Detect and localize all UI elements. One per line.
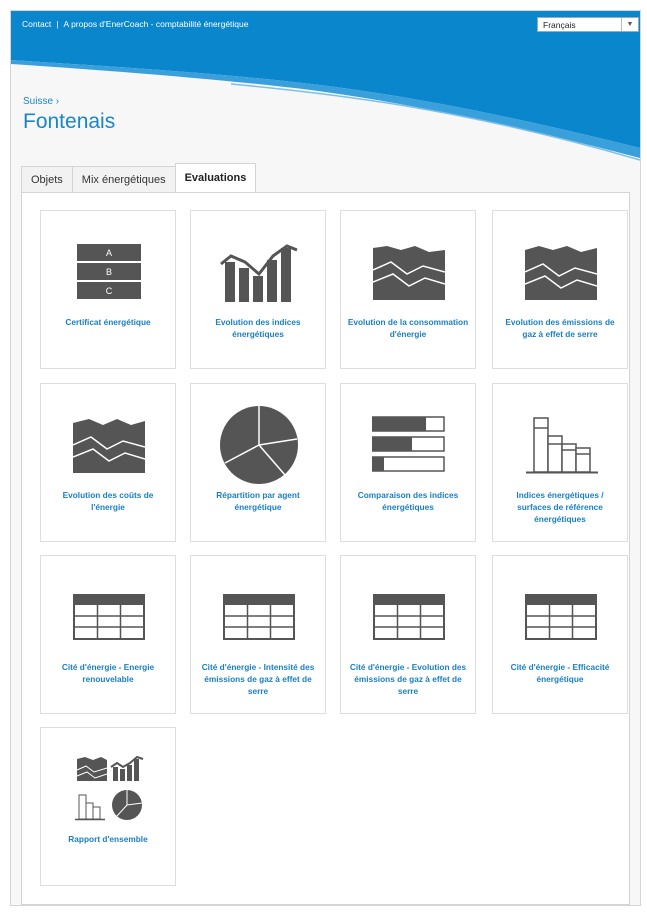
card-label: Cité d'énergie - Energie renouvelable	[61, 662, 155, 684]
card-evolution-couts[interactable]: Evolution des coûts de l'énergie	[40, 383, 176, 542]
tab-evaluations[interactable]: Evaluations	[174, 163, 257, 192]
card-label: Evolution des émissions de gaz à effet d…	[505, 317, 615, 339]
card-certificat-energetique[interactable]: A B C Certificat énergétique	[40, 210, 176, 369]
top-links: Contact | A propos d'EnerCoach - comptab…	[22, 19, 248, 29]
bar-line-chart-icon	[191, 239, 327, 305]
card-label: Cité d'énergie - Efficacité énergétique	[510, 662, 610, 684]
card-label: Cité d'énergie - Intensité des émissions…	[201, 662, 315, 696]
breadcrumb[interactable]: Suisse ›	[23, 96, 59, 107]
certificate-abc-icon: A B C	[41, 239, 177, 305]
card-cite-energie-efficacite[interactable]: Cité d'énergie - Efficacité énergétique	[492, 555, 628, 714]
about-link[interactable]: A propos d'EnerCoach - comptabilité éner…	[64, 19, 249, 29]
contact-link[interactable]: Contact	[22, 19, 51, 29]
table-icon	[493, 584, 629, 650]
pie-chart-icon	[191, 406, 327, 484]
table-icon	[191, 584, 327, 650]
app-frame: Contact | A propos d'EnerCoach - comptab…	[10, 10, 641, 906]
link-separator: |	[56, 19, 59, 29]
card-label: Comparaison des indices énergétiques	[357, 490, 459, 512]
table-icon	[41, 584, 177, 650]
card-evolution-indices[interactable]: Evolution des indices énergétiques	[190, 210, 326, 369]
horizontal-bar-icon	[341, 412, 477, 478]
card-label: Evolution des coûts de l'énergie	[62, 490, 154, 512]
evaluations-panel: A B C Certificat énergétique Evolution d…	[21, 192, 630, 905]
page-title: Fontenais	[23, 110, 116, 133]
card-comparaison-indices[interactable]: Comparaison des indices énergétiques	[340, 383, 476, 542]
card-label: Cité d'énergie - Evolution des émissions…	[349, 662, 467, 696]
svg-text:B: B	[106, 267, 112, 277]
card-label: Répartition par agent énergétique	[216, 490, 300, 512]
header-swoosh	[11, 36, 640, 161]
language-select[interactable]: Français ▼	[537, 17, 639, 32]
card-repartition-agent[interactable]: Répartition par agent énergétique	[190, 383, 326, 542]
card-cite-energie-intensite[interactable]: Cité d'énergie - Intensité des émissions…	[190, 555, 326, 714]
overview-report-icon	[41, 755, 177, 822]
chevron-down-icon[interactable]: ▼	[621, 18, 638, 31]
tab-bar: Objets Mix énergétiques Evaluations	[21, 163, 257, 192]
card-cite-energie-renouvelable[interactable]: Cité d'énergie - Energie renouvelable	[40, 555, 176, 714]
area-chart-icon	[493, 239, 629, 305]
card-label: Certificat énergétique	[65, 317, 151, 327]
column-outline-icon	[493, 412, 629, 478]
area-chart-icon	[41, 412, 177, 478]
table-icon	[341, 584, 477, 650]
card-evolution-emissions[interactable]: Evolution des émissions de gaz à effet d…	[492, 210, 628, 369]
card-evolution-consommation[interactable]: Evolution de la consommation d'énergie	[340, 210, 476, 369]
svg-text:A: A	[106, 248, 112, 258]
card-label: Rapport d'ensemble	[68, 834, 148, 844]
top-bar: Contact | A propos d'EnerCoach - comptab…	[11, 11, 640, 37]
tab-mix-energetiques[interactable]: Mix énergétiques	[71, 166, 176, 192]
card-label: Evolution de la consommation d'énergie	[347, 317, 469, 339]
card-rapport-ensemble[interactable]: Rapport d'ensemble	[40, 727, 176, 886]
language-value: Français	[543, 19, 576, 30]
card-cite-energie-evolution[interactable]: Cité d'énergie - Evolution des émissions…	[340, 555, 476, 714]
card-label: Evolution des indices énergétiques	[215, 317, 301, 339]
card-label: Indices énergétiques / surfaces de référ…	[516, 490, 604, 524]
area-chart-icon	[341, 239, 477, 305]
svg-text:C: C	[106, 286, 113, 296]
tab-objets[interactable]: Objets	[21, 166, 73, 192]
card-indices-surfaces[interactable]: Indices énergétiques / surfaces de référ…	[492, 383, 628, 542]
